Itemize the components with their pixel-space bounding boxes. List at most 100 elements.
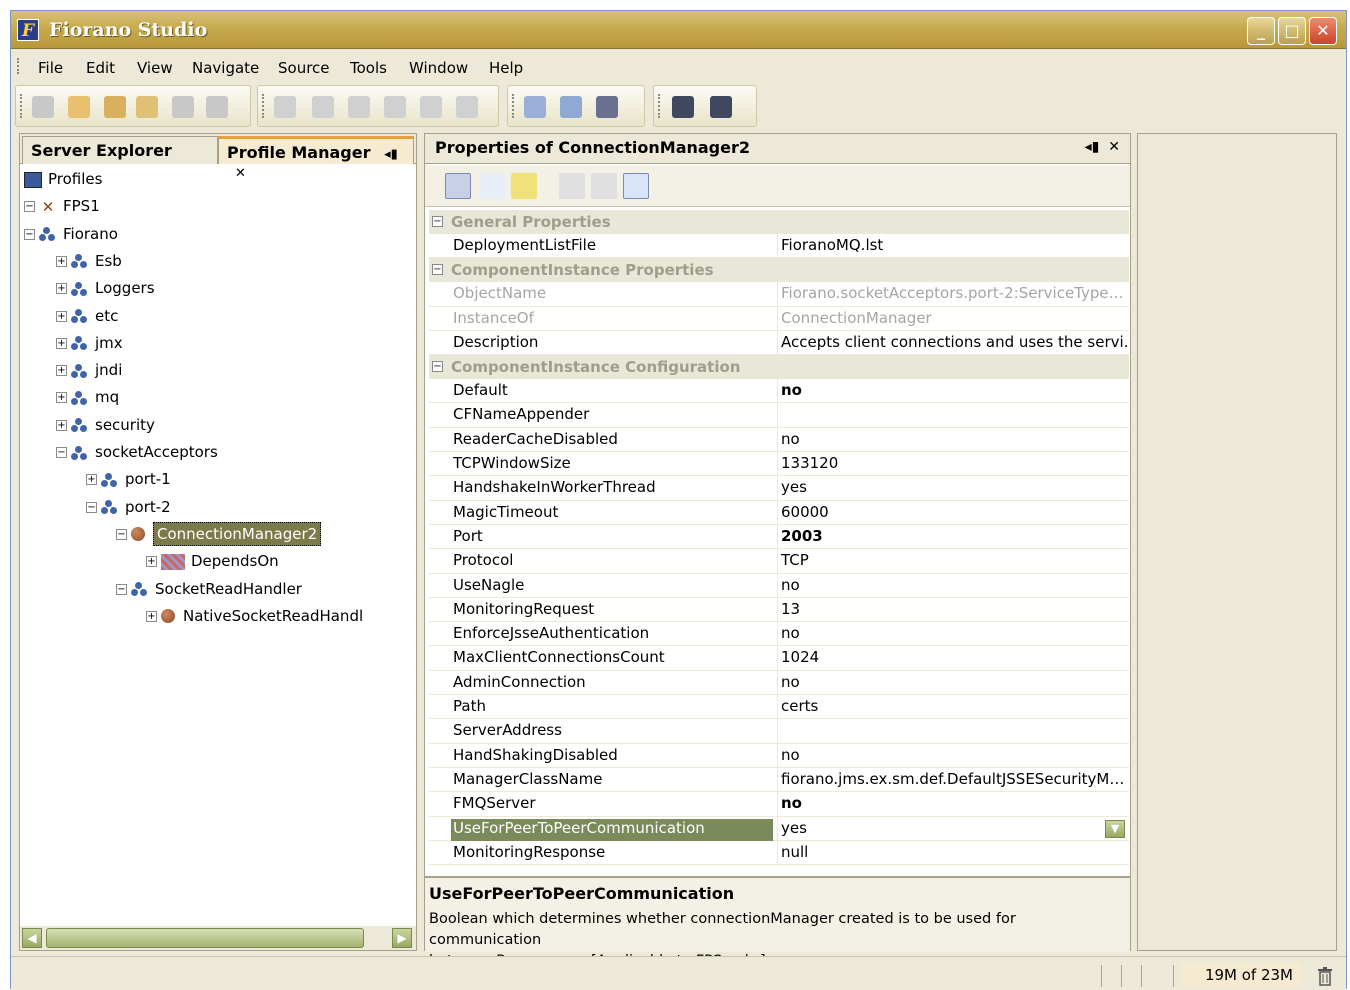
property-value[interactable]: FioranoMQ.lst [779,236,1127,254]
tree-node[interactable]: + jmx [56,331,123,355]
tree-node[interactable]: − socketAcceptors [56,440,218,464]
property-category[interactable]: − ComponentInstance Properties [429,258,1129,283]
help-panel-icon[interactable] [623,173,649,199]
close-button[interactable]: ✕ [1309,17,1337,45]
property-row[interactable]: ObjectName Fiorano.socketAcceptors.port-2… [429,282,1129,307]
inspect-icon[interactable] [710,96,732,118]
new-file-icon[interactable] [32,96,54,118]
property-row[interactable]: DeploymentListFile FioranoMQ.lst [429,234,1129,259]
property-value[interactable]: Fiorano.socketAcceptors.port-2:ServiceTy… [779,284,1127,302]
property-value[interactable]: 2003 [779,527,1127,545]
tree-node[interactable]: − SocketReadHandler [116,577,302,601]
scroll-left-button[interactable]: ◀ [22,928,42,948]
property-row[interactable]: Port 2003 [429,524,1129,550]
property-value[interactable]: yes [779,819,1127,837]
menu-source[interactable]: Source [278,59,330,77]
property-row[interactable]: ReaderCacheDisabled no [429,427,1129,453]
connect-icon[interactable] [524,96,546,118]
tab-pin-icon[interactable]: ◂▮ [384,147,398,162]
horizontal-scrollbar[interactable]: ◀ ▶ [20,926,416,950]
property-value[interactable]: 60000 [779,503,1127,521]
menu-window[interactable]: Window [409,59,468,77]
property-row[interactable]: MonitoringRequest 13 [429,597,1129,623]
property-row[interactable]: UseForPeerToPeerCommunication yes ▼ [429,816,1129,841]
tree-node[interactable]: + Esb [56,249,122,273]
open-folder-icon[interactable] [104,96,126,118]
menu-edit[interactable]: Edit [86,59,115,77]
property-row[interactable]: Default no [429,379,1129,404]
lightning-icon[interactable] [511,173,537,199]
tree-expander-icon[interactable]: + [56,419,67,431]
property-row[interactable]: Path certs [429,695,1129,720]
property-value[interactable]: ConnectionManager [779,309,1127,327]
tree-node[interactable]: + security [56,413,155,437]
tree-expander-icon[interactable]: − [116,528,127,540]
property-value[interactable]: no [779,673,1127,691]
menu-navigate[interactable]: Navigate [192,59,259,77]
property-row[interactable]: MaxClientConnectionsCount 1024 [429,646,1129,671]
tree-expander-icon[interactable]: + [56,392,67,404]
tree-expander-icon[interactable]: − [86,501,97,513]
copy-icon[interactable] [312,96,334,118]
tree-node[interactable]: − Fiorano [24,222,118,246]
tree-expander-icon[interactable]: + [56,283,67,295]
open-project-icon[interactable] [136,96,158,118]
collapse-icon[interactable]: − [432,264,443,276]
collapse-icon[interactable] [591,173,617,199]
refresh-icon[interactable] [560,96,582,118]
property-row[interactable]: Description Accepts client connections an… [429,330,1129,356]
tree-node[interactable]: + DependsOn [146,549,279,573]
tab-server-explorer[interactable]: Server Explorer [22,136,218,164]
collapse-icon[interactable]: − [432,216,443,227]
tree-expander-icon[interactable]: − [56,447,67,458]
tree-expander-icon[interactable]: + [86,474,97,486]
tree-expander-icon[interactable]: + [146,556,157,568]
property-row[interactable]: ManagerClassName fiorano.jms.ex.sm.def.De… [429,767,1129,793]
tab-profile-manager[interactable]: Profile Manager ◂▮ ✕ [218,136,414,181]
scroll-right-button[interactable]: ▶ [392,928,412,948]
properties-controls[interactable]: ◂▮ ✕ [1085,139,1120,155]
debug-bug-icon[interactable] [596,96,618,118]
tree-expander-icon[interactable]: + [56,255,67,267]
property-row[interactable]: MagicTimeout 60000 [429,500,1129,525]
property-row[interactable]: MonitoringResponse null [429,840,1129,866]
maximize-button[interactable]: □ [1278,17,1306,45]
property-value[interactable]: null [779,843,1127,861]
property-value[interactable]: yes [779,478,1127,496]
redo-icon[interactable] [420,96,442,118]
tree-node[interactable]: + mq [56,385,119,409]
tree-node[interactable]: − ✕ FPS1 [24,194,100,218]
property-row[interactable]: UseNagle no [429,573,1129,598]
property-category[interactable]: − ComponentInstance Configuration [429,355,1129,380]
menu-file[interactable]: File [38,59,63,77]
property-value[interactable]: no [779,430,1127,448]
property-value[interactable]: no [779,794,1127,812]
tree-node[interactable]: + port-1 [86,467,171,491]
property-row[interactable]: TCPWindowSize 133120 [429,452,1129,477]
find-icon[interactable] [456,96,478,118]
property-value[interactable]: no [779,381,1127,399]
property-row[interactable]: HandshakeInWorkerThread yes [429,476,1129,501]
property-value[interactable]: TCP [779,551,1127,569]
categorized-view-icon[interactable] [445,173,471,199]
property-value[interactable]: no [779,624,1127,642]
tree-expander-icon[interactable]: − [24,201,35,213]
tree-expander-icon[interactable]: + [146,610,157,622]
tree-expander-icon[interactable]: + [56,310,67,322]
minimize-button[interactable]: _ [1247,17,1275,45]
property-row[interactable]: EnforceJsseAuthentication no [429,622,1129,647]
paste-icon[interactable] [348,96,370,118]
tree-node[interactable]: Profiles [24,167,102,191]
tree-expander-icon[interactable]: + [56,365,67,377]
tree-node[interactable]: − port-2 [86,495,171,519]
undo-icon[interactable] [384,96,406,118]
property-value[interactable]: no [779,746,1127,764]
title-bar[interactable]: F Fiorano Studio _ □ ✕ [11,11,1346,49]
menu-help[interactable]: Help [489,59,523,77]
garbage-collect-icon[interactable] [1316,966,1334,986]
property-value[interactable]: fiorano.jms.ex.sm.def.DefaultJSSESecurit… [779,770,1127,788]
menu-view[interactable]: View [137,59,173,77]
sort-alpha-icon[interactable] [479,173,505,199]
collapse-icon[interactable]: − [432,361,443,373]
menu-tools[interactable]: Tools [350,59,387,77]
